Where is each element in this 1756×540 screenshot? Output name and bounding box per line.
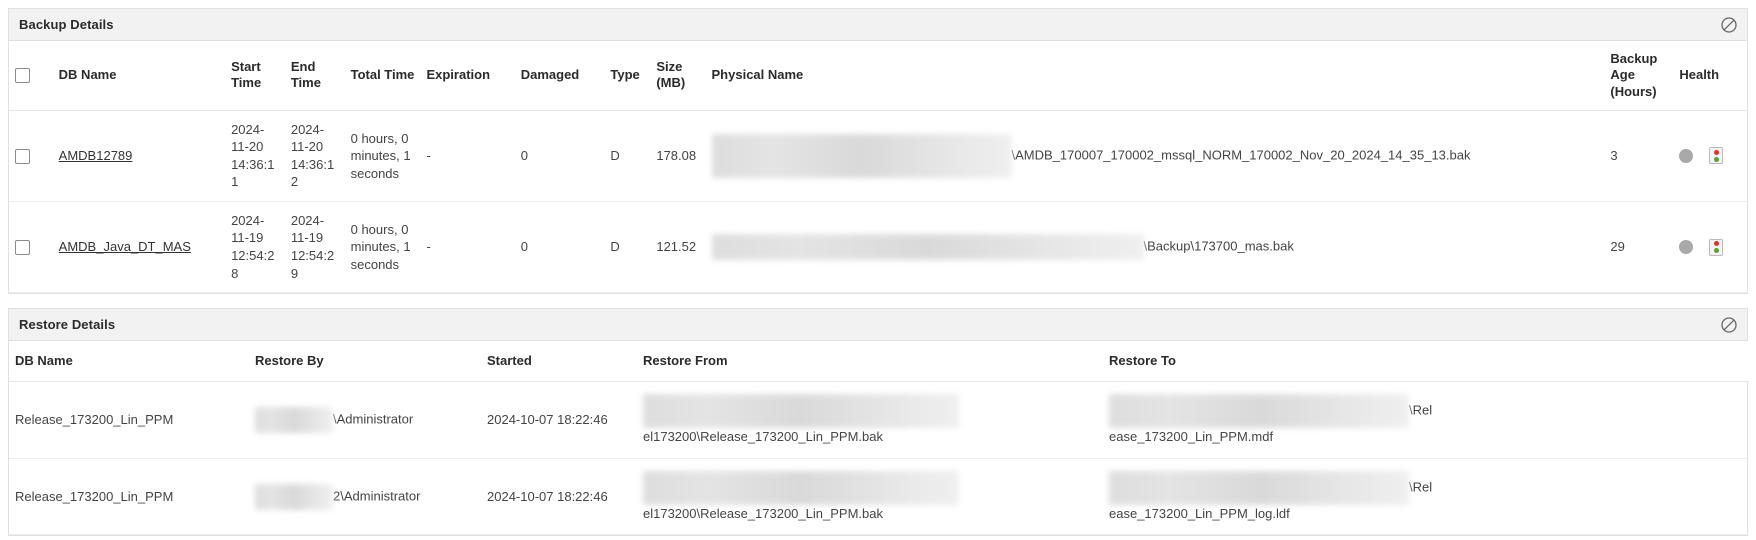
cell-restore-db-name: Release_173200_Lin_PPM [9, 381, 249, 459]
cell-total-time: 0 hours, 0 minutes, 1 seconds [344, 110, 421, 202]
circle-slash-icon[interactable] [1721, 316, 1737, 333]
cell-physical-name: \AMDB_170007_170002_mssql_NORM_170002_No… [705, 110, 1605, 202]
backup-details-panel: Backup Details DB Name Start Time End Ti… [8, 8, 1748, 295]
cell-restore-db-name: Release_173200_Lin_PPM [9, 458, 249, 536]
header-backup-age: Backup Age (Hours) [1604, 41, 1674, 111]
row-checkbox[interactable] [15, 240, 30, 256]
cell-started: 2024-10-07 18:22:46 [481, 381, 637, 459]
restore-by-text: 2\Administrator [333, 488, 421, 504]
traffic-light-icon[interactable] [1709, 147, 1724, 165]
cell-end-time: 2024-11-19 12:54:29 [284, 201, 345, 294]
cell-db-name: AMDB_Java_DT_MAS [52, 201, 226, 294]
status-dot-icon [1679, 240, 1694, 255]
redacted-path-block [711, 234, 1144, 261]
cell-type: D [604, 201, 651, 294]
cell-db-name: AMDB12789 [52, 110, 226, 202]
cell-restore-by: 2\Administrator [249, 458, 481, 536]
physical-name-text: \AMDB_170007_170002_mssql_NORM_170002_No… [1011, 147, 1471, 163]
row-select-cell [9, 110, 53, 202]
backup-details-title: Backup Details [19, 17, 114, 32]
cell-backup-age: 3 [1604, 110, 1674, 202]
restore-to-tail-text: \Rel [1409, 402, 1433, 418]
header-end-time: End Time [284, 41, 345, 111]
cell-restore-to: \Rel ease_173200_Lin_PPM.mdf [1103, 381, 1749, 459]
cell-physical-name: \Backup\173700_mas.bak [705, 201, 1605, 294]
backup-details-header: Backup Details [9, 9, 1747, 41]
restore-table-header-row: DB Name Restore By Started Restore From … [9, 341, 1749, 383]
cell-size: 178.08 [650, 110, 706, 202]
cell-start-time: 2024-11-19 12:54:28 [225, 201, 285, 294]
cell-restore-by: \Administrator [249, 381, 481, 459]
restore-to-tail-text: \Rel [1409, 479, 1433, 495]
cell-total-time: 0 hours, 0 minutes, 1 seconds [344, 201, 421, 294]
header-expiration: Expiration [420, 41, 515, 111]
header-db-name: DB Name [52, 41, 226, 111]
redacted-user-block [255, 483, 333, 510]
cell-end-time: 2024-11-20 14:36:12 [284, 110, 345, 202]
cell-health [1673, 110, 1747, 202]
header-total-time: Total Time [344, 41, 421, 111]
header-size: Size (MB) [650, 41, 706, 111]
redacted-user-block [255, 407, 333, 434]
redacted-path-block [643, 470, 959, 505]
restore-details-header: Restore Details [9, 309, 1747, 342]
backup-details-table: DB Name Start Time End Time Total Time E… [9, 41, 1747, 294]
restore-from-text: el173200\Release_173200_Lin_PPM.bak [643, 429, 883, 445]
cell-start-time: 2024-11-20 14:36:11 [225, 110, 285, 202]
row-checkbox[interactable] [15, 149, 30, 165]
header-restore-to: Restore To [1103, 341, 1749, 383]
redacted-path-block [1109, 470, 1409, 505]
cell-expiration: - [420, 110, 515, 202]
header-restore-by: Restore By [249, 341, 481, 383]
cell-restore-from: el173200\Release_173200_Lin_PPM.bak [637, 458, 1103, 536]
restore-by-text: \Administrator [333, 411, 414, 427]
cell-type: D [604, 110, 651, 202]
table-row: Release_173200_Lin_PPM 2\Administrator 2… [9, 458, 1749, 536]
redacted-path-block [643, 394, 959, 429]
header-started: Started [481, 341, 637, 383]
cell-backup-age: 29 [1604, 201, 1674, 294]
cell-restore-to: \Rel ease_173200_Lin_PPM_log.ldf [1103, 458, 1749, 536]
header-type: Type [604, 41, 651, 111]
header-restore-db-name: DB Name [9, 341, 249, 383]
db-name-link[interactable]: AMDB_Java_DT_MAS [59, 239, 191, 254]
header-start-time: Start Time [225, 41, 285, 111]
db-name-link[interactable]: AMDB12789 [59, 148, 133, 163]
restore-to-text: ease_173200_Lin_PPM.mdf [1109, 429, 1274, 445]
header-restore-from: Restore From [637, 341, 1103, 383]
redacted-path-block [711, 133, 1012, 178]
table-row: Release_173200_Lin_PPM \Administrator 20… [9, 381, 1749, 459]
cell-health [1673, 201, 1747, 294]
traffic-light-icon[interactable] [1709, 238, 1724, 256]
backup-table-header-row: DB Name Start Time End Time Total Time E… [9, 41, 1747, 111]
row-select-cell [9, 201, 53, 294]
select-all-checkbox[interactable] [15, 68, 30, 84]
page-container: Backup Details DB Name Start Time End Ti… [0, 0, 1756, 537]
header-health: Health [1673, 41, 1747, 111]
cell-restore-from: el173200\Release_173200_Lin_PPM.bak [637, 381, 1103, 459]
cell-started: 2024-10-07 18:22:46 [481, 458, 637, 536]
header-physical-name: Physical Name [705, 41, 1605, 111]
cell-damaged: 0 [514, 110, 605, 202]
restore-to-text: ease_173200_Lin_PPM_log.ldf [1109, 505, 1290, 521]
status-dot-icon [1679, 148, 1694, 163]
restore-details-panel: Restore Details DB Name Restore By Start… [8, 308, 1749, 537]
restore-details-title: Restore Details [19, 317, 116, 333]
physical-name-text: \Backup\173700_mas.bak [1143, 238, 1294, 254]
table-row: AMDB12789 2024-11-20 14:36:11 2024-11-20… [9, 110, 1747, 202]
redacted-path-block [1109, 394, 1409, 429]
circle-slash-icon[interactable] [1721, 16, 1737, 33]
cell-expiration: - [420, 201, 515, 294]
header-damaged: Damaged [514, 41, 605, 111]
restore-details-table: DB Name Restore By Started Restore From … [9, 341, 1749, 536]
cell-size: 121.52 [650, 201, 706, 294]
table-row: AMDB_Java_DT_MAS 2024-11-19 12:54:28 202… [9, 201, 1747, 294]
select-all-header [9, 41, 53, 111]
restore-from-text: el173200\Release_173200_Lin_PPM.bak [643, 505, 883, 521]
cell-damaged: 0 [514, 201, 605, 294]
